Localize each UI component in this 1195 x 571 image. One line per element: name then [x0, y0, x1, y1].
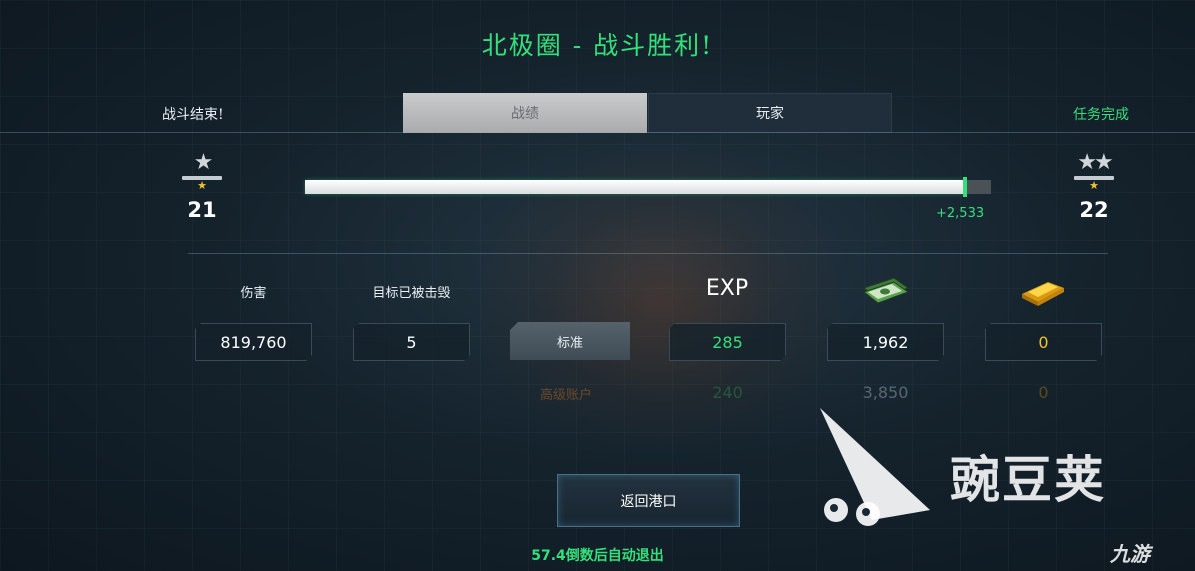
money-icon — [862, 277, 910, 304]
rank-gold-star-icon: ★ — [197, 179, 207, 192]
premium-gold: 0 — [1038, 383, 1049, 402]
tab-players[interactable]: 玩家 — [648, 93, 892, 133]
current-rank: ★ ★ 21 — [172, 152, 232, 222]
premium-money: 3,850 — [862, 383, 909, 402]
kills-value: 5 — [353, 323, 470, 361]
standard-exp: 285 — [669, 323, 786, 361]
mission-complete-label: 任务完成 — [1073, 107, 1129, 123]
premium-account-label: 高级账户 — [540, 388, 593, 403]
watermark-text: 豌豆荚 — [950, 451, 1106, 509]
damage-label: 伤害 — [240, 286, 267, 301]
tab-stats[interactable]: 战绩 — [403, 93, 647, 133]
next-level: 22 — [1079, 198, 1109, 222]
rank-star-icon: ★ — [193, 150, 214, 175]
auto-exit-countdown: 57.4倒数后自动退出 — [531, 548, 664, 564]
exp-label: EXP — [705, 276, 749, 301]
background-glow — [480, 150, 840, 450]
return-to-port-button[interactable]: 返回港口 — [557, 474, 740, 527]
next-rank: ★★ ★ 22 — [1064, 152, 1124, 222]
standard-badge: 标准 — [510, 322, 630, 360]
battle-over-label: 战斗结束! — [162, 107, 224, 123]
watermark-logo — [820, 408, 930, 526]
stats-divider — [188, 253, 1108, 254]
rank-gold-star-icon: ★ — [1089, 179, 1099, 192]
battle-result-title: 北极圈 - 战斗胜利! — [481, 31, 714, 60]
standard-gold: 0 — [985, 323, 1102, 361]
standard-money: 1,962 — [827, 323, 944, 361]
gold-bar-icon — [1022, 282, 1064, 306]
damage-value: 819,760 — [195, 323, 312, 361]
header-divider — [0, 132, 1195, 133]
watermark-subtext: 九游 — [1110, 542, 1150, 566]
xp-progress-bar — [305, 177, 991, 197]
premium-exp: 240 — [712, 383, 743, 402]
rank-double-star-icon: ★★ — [1077, 150, 1113, 175]
xp-progress-marker — [963, 177, 967, 197]
kills-label: 目标已被击毁 — [372, 286, 451, 301]
xp-gain: +2,533 — [936, 206, 985, 221]
current-level: 21 — [187, 198, 217, 222]
xp-progress-fill — [305, 180, 965, 194]
